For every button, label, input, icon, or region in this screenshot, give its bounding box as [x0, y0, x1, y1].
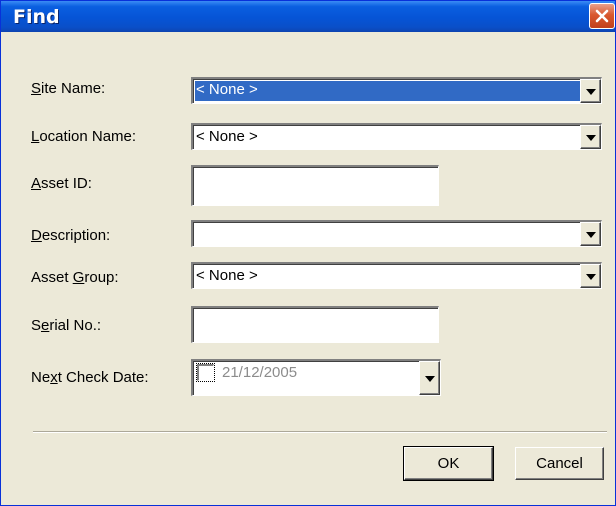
cancel-button[interactable]: Cancel: [515, 447, 604, 480]
location-name-dropdown-button[interactable]: [580, 125, 601, 149]
site-name-value: < None >: [195, 81, 599, 101]
ok-button[interactable]: OK: [403, 446, 494, 481]
site-name-label: Site Name:: [31, 80, 106, 97]
description-combo[interactable]: [191, 220, 602, 247]
location-name-combo[interactable]: < None >: [191, 123, 602, 150]
close-icon: [595, 9, 609, 23]
description-dropdown-button[interactable]: [580, 222, 601, 246]
next-check-date-checkbox[interactable]: [196, 363, 215, 382]
description-label: Description:: [31, 227, 111, 244]
serial-no-input[interactable]: [191, 306, 439, 343]
asset-group-combo[interactable]: < None >: [191, 262, 602, 289]
site-name-combo[interactable]: < None >: [191, 77, 602, 104]
asset-group-dropdown-button[interactable]: [580, 264, 601, 288]
dialog-title: Find: [13, 6, 60, 28]
find-dialog: Find Site Name: < None > Location Name: …: [0, 0, 616, 506]
separator: [33, 431, 607, 433]
asset-id-input[interactable]: [191, 165, 439, 206]
next-check-date-label: Next Check Date:: [31, 369, 149, 386]
next-check-date-value: 21/12/2005: [222, 364, 298, 381]
title-bar: Find: [1, 1, 615, 32]
location-name-value: < None >: [196, 128, 258, 145]
asset-group-value: < None >: [196, 267, 258, 284]
asset-id-label: Asset ID:: [31, 175, 92, 192]
next-check-date-dropdown-button[interactable]: [419, 361, 440, 395]
asset-group-label: Asset Group:: [31, 269, 119, 286]
close-button[interactable]: [589, 3, 615, 29]
site-name-dropdown-button[interactable]: [580, 79, 601, 103]
location-name-label: Location Name:: [31, 128, 137, 145]
serial-no-label: Serial No.:: [31, 317, 102, 334]
next-check-date-picker[interactable]: 21/12/2005: [191, 359, 441, 396]
